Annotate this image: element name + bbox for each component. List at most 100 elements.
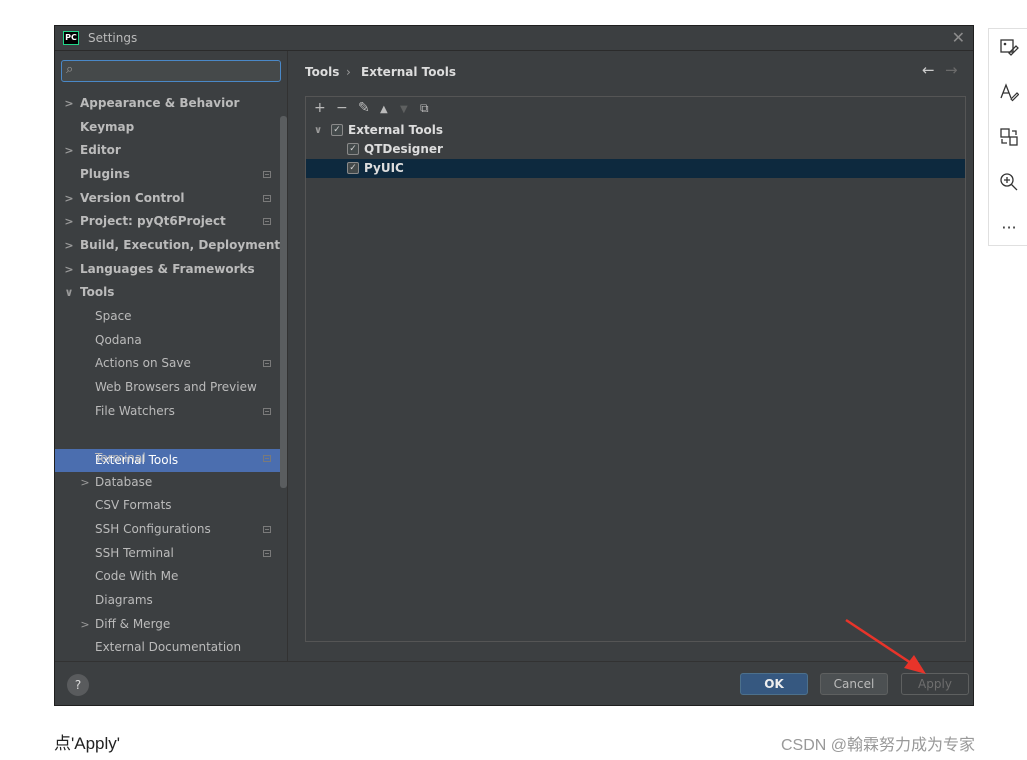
sidebar-item-label: SSH Terminal <box>95 546 174 560</box>
settings-search[interactable]: ⌕ <box>61 60 281 82</box>
checkbox-qtdesigner[interactable]: ✓ <box>347 143 359 155</box>
sidebar-item-label: Project: pyQt6Project <box>80 214 226 228</box>
sidebar-item-editor[interactable]: > Editor <box>55 139 287 162</box>
copy-icon[interactable]: ⧉ <box>420 100 429 116</box>
project-settings-icon <box>263 360 271 367</box>
sidebar-item-file-watchers[interactable]: File Watchers <box>55 400 287 423</box>
translate-icon[interactable] <box>998 127 1020 149</box>
sidebar-item-tools[interactable]: ∨ Tools <box>55 281 287 304</box>
sidebar-item-label: Actions on Save <box>95 356 191 370</box>
tree-group-label: External Tools <box>348 123 443 137</box>
more-icon[interactable]: ··· <box>998 217 1020 239</box>
back-arrow-icon[interactable]: ← <box>922 61 935 79</box>
chevron-right-icon: > <box>64 97 74 110</box>
cancel-button[interactable]: Cancel <box>820 673 888 695</box>
project-settings-icon <box>263 408 271 415</box>
sidebar-item-label: File Watchers <box>95 404 175 418</box>
sidebar-item-plugins[interactable]: Plugins <box>55 163 287 186</box>
help-button[interactable]: ? <box>67 674 89 696</box>
sidebar-item-code-with-me[interactable]: Code With Me <box>55 565 287 588</box>
sidebar-item-terminal[interactable]: Terminal <box>55 447 287 470</box>
checkbox-pyuic[interactable]: ✓ <box>347 162 359 174</box>
external-tools-panel: + − ✎ ▲ ▼ ⧉ ∨ ✓ External Tools ✓ QTDesig… <box>305 96 966 642</box>
sidebar-item-web-browsers[interactable]: Web Browsers and Preview <box>55 376 287 399</box>
translate-icon-svg <box>1000 128 1018 146</box>
sidebar-item-ssh-configurations[interactable]: SSH Configurations <box>55 518 287 541</box>
chevron-right-icon: > <box>80 618 90 631</box>
chevron-right-icon: > <box>64 215 74 228</box>
settings-content: Tools › External Tools ← → + − ✎ ▲ ▼ ⧉ ∨… <box>289 51 973 661</box>
text-style-icon-svg <box>1000 83 1020 102</box>
sidebar-item-label: Database <box>95 475 153 489</box>
breadcrumb-parent[interactable]: Tools <box>305 65 339 79</box>
window-title: Settings <box>88 31 138 45</box>
sidebar-item-label: Diff & Merge <box>95 617 171 631</box>
sidebar-item-label: Tools <box>80 285 115 299</box>
sidebar-item-actions-on-save[interactable]: Actions on Save <box>55 352 287 375</box>
article-caption: 点'Apply' <box>54 734 121 753</box>
ok-button[interactable]: OK <box>740 673 808 695</box>
project-settings-icon <box>263 550 271 557</box>
dialog-button-bar: ? OK Cancel Apply <box>55 661 973 705</box>
sidebar-item-label: Diagrams <box>95 593 153 607</box>
image-edit-icon-svg <box>1000 39 1019 56</box>
sidebar-item-label: Code With Me <box>95 569 179 583</box>
tree-item-pyuic[interactable]: ✓ PyUIC <box>306 159 965 178</box>
image-edit-icon[interactable] <box>998 37 1020 59</box>
add-icon[interactable]: + <box>314 100 326 116</box>
breadcrumb-separator: › <box>346 65 351 79</box>
breadcrumb-current: External Tools <box>361 65 456 79</box>
chevron-right-icon: > <box>64 239 74 252</box>
pycharm-app-icon: PC <box>63 31 79 45</box>
move-up-icon[interactable]: ▲ <box>380 102 388 118</box>
sidebar-item-languages-frameworks[interactable]: > Languages & Frameworks <box>55 258 287 281</box>
project-settings-icon <box>263 171 271 178</box>
project-settings-icon <box>263 526 271 533</box>
sidebar-item-external-documentation[interactable]: External Documentation <box>55 636 287 659</box>
forward-arrow-icon: → <box>945 61 958 79</box>
title-bar: PC Settings ✕ <box>55 26 973 51</box>
sidebar-item-label: Terminal <box>95 451 146 465</box>
remove-icon[interactable]: − <box>336 100 348 116</box>
close-icon[interactable]: ✕ <box>952 28 965 47</box>
sidebar-scrollbar[interactable] <box>280 116 287 488</box>
project-settings-icon <box>263 195 271 202</box>
sidebar-item-database[interactable]: > Database <box>55 471 287 494</box>
chevron-right-icon: > <box>80 476 90 489</box>
settings-dialog: PC Settings ✕ ⌕ > Appearance & Behavior … <box>54 25 974 706</box>
zoom-in-icon[interactable] <box>998 172 1020 194</box>
sidebar-item-diagrams[interactable]: Diagrams <box>55 589 287 612</box>
project-settings-icon <box>263 455 271 462</box>
chevron-down-icon: ∨ <box>64 286 74 299</box>
sidebar-item-label: Web Browsers and Preview <box>95 380 257 394</box>
move-down-icon: ▼ <box>400 104 408 115</box>
search-icon: ⌕ <box>66 62 74 77</box>
sidebar-item-qodana[interactable]: Qodana <box>55 329 287 352</box>
search-input[interactable] <box>82 62 276 82</box>
page-side-toolbar: ··· <box>988 28 1027 246</box>
tree-item-label: PyUIC <box>364 161 404 175</box>
chevron-down-icon[interactable]: ∨ <box>314 121 322 140</box>
text-style-icon[interactable] <box>998 82 1020 104</box>
sidebar-item-keymap[interactable]: Keymap <box>55 116 287 139</box>
sidebar-item-build-execution-deployment[interactable]: > Build, Execution, Deployment <box>55 234 287 257</box>
edit-icon[interactable]: ✎ <box>358 100 370 116</box>
sidebar-item-csv-formats[interactable]: CSV Formats <box>55 494 287 517</box>
sidebar-item-ssh-terminal[interactable]: SSH Terminal <box>55 542 287 565</box>
sidebar-item-space[interactable]: Space <box>55 305 287 328</box>
chevron-right-icon: > <box>64 192 74 205</box>
sidebar-item-label: Build, Execution, Deployment <box>80 238 281 252</box>
sidebar-item-label: Languages & Frameworks <box>80 262 255 276</box>
sidebar-item-label: Version Control <box>80 191 185 205</box>
sidebar-item-project[interactable]: > Project: pyQt6Project <box>55 210 287 233</box>
sidebar-item-version-control[interactable]: > Version Control <box>55 187 287 210</box>
sidebar-item-label: SSH Configurations <box>95 522 211 536</box>
sidebar-item-appearance-behavior[interactable]: > Appearance & Behavior <box>55 92 287 115</box>
tree-item-qtdesigner[interactable]: ✓ QTDesigner <box>306 140 965 159</box>
tree-group-external-tools[interactable]: ∨ ✓ External Tools <box>306 121 965 140</box>
apply-button[interactable]: Apply <box>901 673 969 695</box>
sidebar-item-label: Keymap <box>80 120 135 134</box>
sidebar-item-diff-merge[interactable]: > Diff & Merge <box>55 613 287 636</box>
checkbox-external-tools[interactable]: ✓ <box>331 124 343 136</box>
zoom-in-icon-svg <box>1000 173 1018 191</box>
